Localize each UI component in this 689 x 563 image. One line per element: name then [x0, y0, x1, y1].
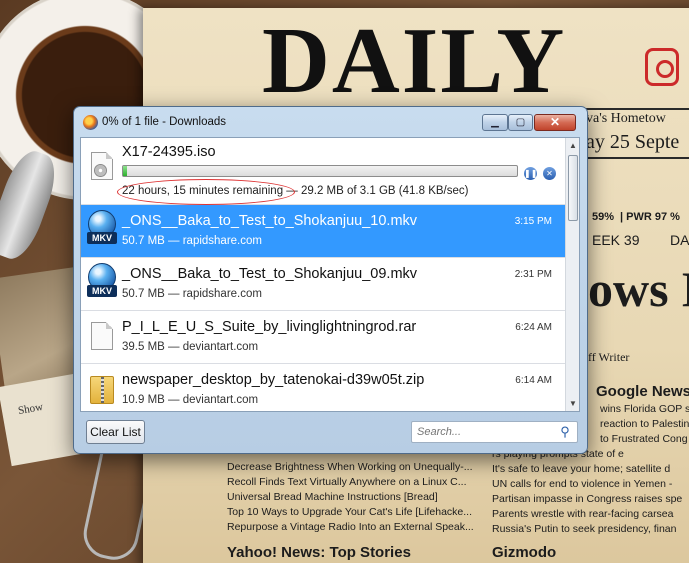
- google-news-item: wins Florida GOP s: [600, 403, 689, 415]
- minimize-button[interactable]: ▁: [482, 114, 508, 131]
- weather-fragment: va's Hometow: [586, 111, 666, 126]
- scroll-down-icon[interactable]: ▼: [566, 396, 579, 411]
- document-icon: [91, 322, 113, 350]
- download-time: 6:14 AM: [515, 375, 552, 386]
- download-name: newspaper_desktop_by_tatenokai-d39w05t.z…: [122, 372, 425, 388]
- staff-writer: ff Writer: [588, 350, 630, 364]
- google-news-item: Partisan impasse in Congress raises spe: [492, 493, 683, 505]
- firefox-icon: [83, 115, 98, 130]
- yahoo-news-title: Yahoo! News: Top Stories: [227, 544, 411, 561]
- stats-percent: 59%: [592, 211, 615, 223]
- window-title: 0% of 1 file - Downloads: [102, 116, 227, 128]
- download-progress-bar: [122, 165, 518, 177]
- download-row[interactable]: MKV _ONS__Baka_to_Test_to_Shokanjuu_10.m…: [81, 205, 565, 258]
- stats-power: | PWR 97 %: [620, 211, 680, 223]
- rss-logo-icon: [645, 48, 679, 86]
- downloads-window: 0% of 1 file - Downloads ▁ ▢ ✕ X17-24395…: [73, 106, 588, 454]
- vertical-scrollbar[interactable]: ▲ ▼: [565, 138, 579, 411]
- lifehacker-item: Universal Bread Machine Instructions [Br…: [227, 491, 438, 503]
- google-news-item: It's safe to leave your home; satellite …: [492, 463, 671, 475]
- disc-icon: [94, 164, 107, 177]
- download-name: _ONS__Baka_to_Test_to_Shokanjuu_09.mkv: [122, 266, 418, 282]
- clear-list-button[interactable]: Clear List: [86, 420, 145, 444]
- cancel-icon[interactable]: ✕: [543, 167, 556, 180]
- downloads-footer: Clear List ⚲: [74, 412, 587, 453]
- gizmodo-title: Gizmodo: [492, 544, 557, 561]
- search-box: ⚲: [411, 421, 578, 443]
- lifehacker-item: Top 10 Ways to Upgrade Your Cat's Life […: [227, 506, 473, 518]
- search-icon[interactable]: ⚲: [557, 424, 573, 440]
- google-news-item: Russia's Putin to seek presidency, finan: [492, 523, 677, 535]
- download-name: _ONS__Baka_to_Test_to_Shokanjuu_10.mkv: [122, 213, 418, 229]
- lifehacker-item: Recoll Finds Text Virtually Anywhere on …: [227, 476, 467, 488]
- google-news-title: Google News: [596, 383, 689, 400]
- google-news-item: reaction to Palestin: [600, 418, 689, 430]
- download-name: P_I_L_E_U_S_Suite_by_livinglightningrod.…: [122, 319, 417, 335]
- download-row[interactable]: MKV _ONS__Baka_to_Test_to_Shokanjuu_09.m…: [81, 258, 565, 311]
- download-filename: X17-24395.iso: [122, 144, 216, 160]
- download-row[interactable]: P_I_L_E_U_S_Suite_by_livinglightningrod.…: [81, 311, 565, 364]
- mkv-icon: MKV: [86, 210, 118, 246]
- transfer-status: — 29.2 MB of 3.1 GB (41.8 KB/sec): [283, 185, 469, 197]
- window-titlebar[interactable]: 0% of 1 file - Downloads ▁ ▢ ✕: [74, 107, 587, 137]
- headline-fragment: ows I: [588, 261, 689, 317]
- scroll-thumb[interactable]: [568, 155, 578, 221]
- download-meta: 39.5 MB — deviantart.com: [122, 341, 259, 353]
- mkv-icon: MKV: [86, 263, 118, 299]
- download-meta: 50.7 MB — rapidshare.com: [122, 288, 262, 300]
- google-news-item: UN calls for end to violence in Yemen -: [492, 478, 673, 490]
- download-meta: 50.7 MB — rapidshare.com: [122, 235, 262, 247]
- download-row[interactable]: newspaper_desktop_by_tatenokai-d39w05t.z…: [81, 364, 565, 411]
- date-fragment: ay 25 Septe: [586, 131, 680, 153]
- stats-week: EEK 39: [592, 232, 640, 248]
- scroll-up-icon[interactable]: ▲: [566, 138, 579, 153]
- downloads-list: X17-24395.iso ❚❚ ✕ 22 hours, 15 minutes …: [80, 137, 580, 412]
- download-time: 2:31 PM: [514, 269, 552, 280]
- google-news-item: to Frustrated Cong: [600, 433, 688, 445]
- pause-icon[interactable]: ❚❚: [524, 167, 537, 180]
- download-time: 6:24 AM: [515, 322, 552, 333]
- download-meta: 10.9 MB — deviantart.com: [122, 394, 259, 406]
- progress-fill: [123, 166, 127, 176]
- stats-day: DA: [670, 232, 689, 248]
- close-button[interactable]: ✕: [534, 114, 576, 131]
- lifehacker-item: Decrease Brightness When Working on Uneq…: [227, 461, 473, 473]
- active-download-row[interactable]: X17-24395.iso ❚❚ ✕ 22 hours, 15 minutes …: [81, 138, 565, 205]
- search-input[interactable]: [412, 422, 556, 442]
- zip-folder-icon: [90, 376, 114, 404]
- annotation-oval: [117, 179, 295, 205]
- lifehacker-item: Repurpose a Vintage Radio Into an Extern…: [227, 521, 474, 533]
- newspaper-masthead: DAILY: [262, 9, 567, 113]
- download-time: 3:15 PM: [514, 216, 552, 227]
- google-news-item: Parents wrestle with rear-facing carsea: [492, 508, 674, 520]
- maximize-button[interactable]: ▢: [508, 114, 533, 131]
